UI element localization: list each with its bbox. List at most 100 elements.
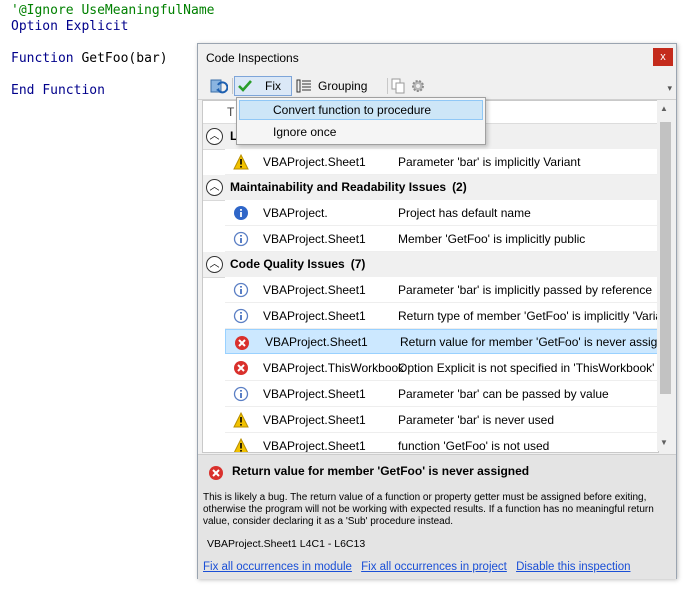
- grouping-icon: [296, 79, 311, 93]
- group-count: (7): [350, 257, 366, 271]
- refresh-button[interactable]: [210, 76, 230, 96]
- table-row-selected[interactable]: VBAProject.Sheet1 Return value for membe…: [225, 329, 658, 354]
- code-text: GetFoo(bar): [81, 51, 168, 66]
- issue-description: Parameter 'bar' is implicitly passed by …: [398, 283, 653, 297]
- info-icon: [234, 206, 248, 220]
- component-name: VBAProject.Sheet1: [263, 439, 366, 453]
- toolbar: Fix Grouping ▾: [198, 73, 676, 100]
- group-label-text: Maintainability and Readability Issues: [230, 180, 447, 194]
- menu-item-label: Ignore once: [273, 125, 337, 139]
- group-label: Maintainability and Readability Issues (2…: [230, 180, 467, 194]
- fix-button[interactable]: Fix: [234, 76, 292, 96]
- code-keyword: End: [11, 83, 35, 98]
- table-row[interactable]: VBAProject. Project has default name: [225, 200, 658, 226]
- menu-item-convert-to-procedure[interactable]: Convert function to procedure: [239, 100, 483, 120]
- toolbar-separator: [232, 78, 233, 94]
- hint-icon: [233, 308, 249, 324]
- fix-dropdown-menu: Convert function to procedure Ignore onc…: [236, 97, 486, 145]
- warning-icon: [233, 438, 249, 452]
- code-line-function: Function GetFoo(bar): [11, 51, 168, 66]
- grouping-button[interactable]: Grouping: [296, 76, 386, 96]
- issue-description: function 'GetFoo' is not used: [398, 439, 550, 453]
- table-row[interactable]: VBAProject.ThisWorkbook Option Explicit …: [225, 355, 658, 381]
- issue-description: Return value for member 'GetFoo' is neve…: [400, 335, 659, 349]
- column-header-type[interactable]: T: [227, 105, 234, 119]
- panel-titlebar[interactable]: Code Inspections x: [198, 44, 676, 72]
- details-selection: VBAProject.Sheet1 L4C1 - L6C13: [207, 538, 366, 550]
- warning-icon: [233, 154, 249, 170]
- scroll-up-icon[interactable]: ▲: [660, 104, 668, 113]
- issue-description: Project has default name: [398, 206, 531, 220]
- grouping-label: Grouping: [318, 79, 368, 93]
- settings-button[interactable]: [410, 76, 428, 96]
- disable-inspection-link[interactable]: Disable this inspection: [516, 561, 630, 573]
- toolbar-overflow-icon[interactable]: ▾: [667, 83, 672, 94]
- component-name: VBAProject.Sheet1: [263, 413, 366, 427]
- group-row[interactable]: ︿ Maintainability and Readability Issues…: [203, 175, 658, 201]
- gear-icon: [412, 80, 424, 92]
- fix-label: Fix: [265, 79, 281, 93]
- checkmark-icon: [238, 80, 252, 92]
- fix-all-module-link[interactable]: Fix all occurrences in module: [203, 561, 352, 573]
- collapse-chevron-icon[interactable]: ︿: [206, 128, 223, 145]
- component-name: VBAProject.Sheet1: [263, 155, 366, 169]
- scroll-thumb[interactable]: [660, 122, 671, 394]
- error-icon: [235, 336, 249, 350]
- refresh-icon: [210, 79, 228, 94]
- component-name: VBAProject.Sheet1: [263, 232, 366, 246]
- vertical-scrollbar[interactable]: ▲ ▼: [657, 100, 674, 451]
- issue-description: Return type of member 'GetFoo' is implic…: [398, 309, 659, 323]
- hint-icon: [233, 231, 249, 247]
- menu-item-ignore-once[interactable]: Ignore once: [239, 122, 483, 142]
- toolbar-separator: [387, 78, 388, 94]
- component-name: VBAProject.: [263, 206, 328, 220]
- collapse-chevron-icon[interactable]: ︿: [206, 256, 223, 273]
- group-label: Code Quality Issues (7): [230, 257, 365, 271]
- issue-description: Member 'GetFoo' is implicitly public: [398, 232, 586, 246]
- details-description: This is likely a bug. The return value o…: [203, 492, 654, 527]
- scroll-down-icon[interactable]: ▼: [660, 438, 668, 447]
- hint-icon: [233, 386, 249, 402]
- close-button[interactable]: x: [653, 48, 673, 66]
- error-icon: [234, 361, 248, 375]
- component-name: VBAProject.Sheet1: [265, 335, 368, 349]
- table-row[interactable]: VBAProject.Sheet1 Parameter 'bar' is imp…: [225, 149, 658, 175]
- code-keyword: Function: [11, 51, 74, 66]
- table-row[interactable]: VBAProject.Sheet1 Member 'GetFoo' is imp…: [225, 226, 658, 252]
- issue-description: Parameter 'bar' is implicitly Variant: [398, 155, 581, 169]
- component-name: VBAProject.Sheet1: [263, 387, 366, 401]
- collapse-chevron-icon[interactable]: ︿: [206, 179, 223, 196]
- group-count: (2): [452, 180, 467, 194]
- code-keyword: Option: [11, 19, 58, 34]
- inspection-results-list[interactable]: T ︿ L VBAProject.Sheet1 Parameter 'bar' …: [202, 100, 659, 453]
- code-line-ignore-annotation: '@Ignore UseMeaningfulName: [11, 3, 215, 18]
- details-title: Return value for member 'GetFoo' is neve…: [232, 464, 530, 478]
- menu-item-label: Convert function to procedure: [273, 103, 432, 117]
- issue-description: Parameter 'bar' can be passed by value: [398, 387, 609, 401]
- table-row[interactable]: VBAProject.Sheet1 Parameter 'bar' is imp…: [225, 277, 658, 303]
- table-row[interactable]: VBAProject.Sheet1 Parameter 'bar' is nev…: [225, 407, 658, 433]
- copy-icon: [391, 78, 405, 94]
- inspection-details: Return value for member 'GetFoo' is neve…: [198, 454, 676, 579]
- code-keyword: Explicit: [65, 19, 129, 34]
- group-row[interactable]: ︿ Code Quality Issues (7): [203, 252, 658, 278]
- component-name: VBAProject.Sheet1: [263, 283, 366, 297]
- table-row[interactable]: VBAProject.Sheet1 Return type of member …: [225, 303, 658, 329]
- table-row[interactable]: VBAProject.Sheet1 Parameter 'bar' can be…: [225, 381, 658, 407]
- hint-icon: [233, 282, 249, 298]
- warning-icon: [233, 412, 249, 428]
- table-row[interactable]: VBAProject.Sheet1 function 'GetFoo' is n…: [225, 433, 658, 453]
- error-icon: [209, 466, 223, 480]
- group-label-text: Code Quality Issues: [230, 257, 345, 271]
- component-name: VBAProject.Sheet1: [263, 309, 366, 323]
- code-keyword: Function: [42, 83, 105, 98]
- code-line-end-function: End Function: [11, 83, 105, 98]
- code-line-option-explicit: Option Explicit: [11, 19, 128, 34]
- copy-button[interactable]: [390, 76, 408, 96]
- issue-description: Option Explicit is not specified in 'Thi…: [398, 361, 655, 375]
- details-links: Fix all occurrences in module Fix all oc…: [203, 561, 636, 573]
- fix-all-project-link[interactable]: Fix all occurrences in project: [361, 561, 507, 573]
- panel-title: Code Inspections: [206, 51, 299, 65]
- issue-description: Parameter 'bar' is never used: [398, 413, 554, 427]
- component-name: VBAProject.ThisWorkbook: [263, 361, 405, 375]
